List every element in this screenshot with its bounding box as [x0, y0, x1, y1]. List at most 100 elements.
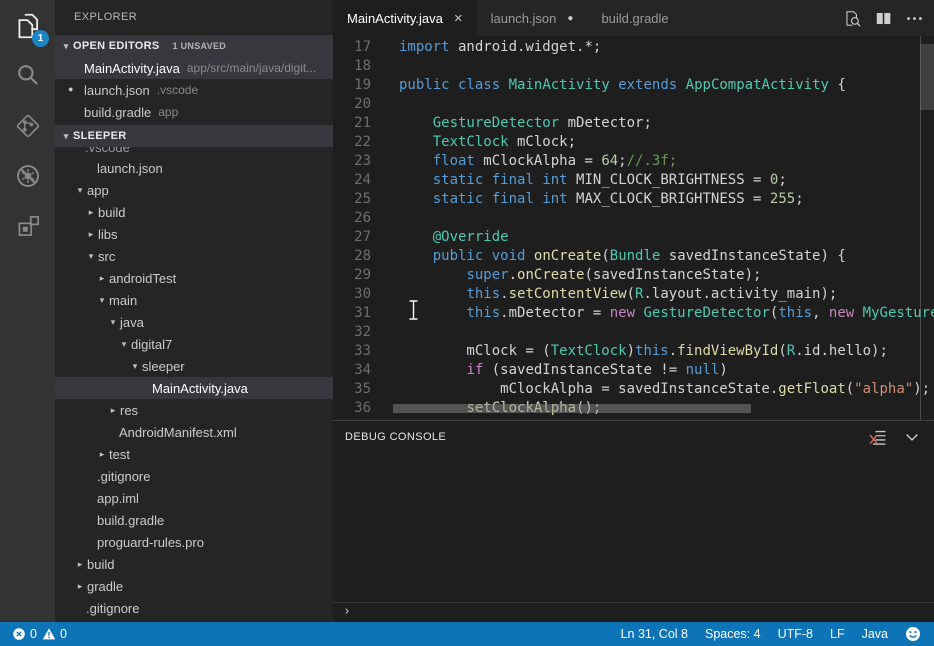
status-feedback[interactable] — [905, 626, 921, 642]
tree-item-app[interactable]: ▾app — [55, 179, 333, 201]
chevron-collapsed-icon: ▸ — [96, 449, 108, 460]
code-line[interactable]: 31 this.mDetector = new GestureDetector(… — [333, 304, 934, 323]
tree-item-res[interactable]: ▸res — [55, 399, 333, 421]
code-line[interactable]: 18 — [333, 57, 934, 76]
activity-item-search[interactable] — [0, 52, 55, 102]
tree-item-gitignore[interactable]: .gitignore — [55, 465, 333, 487]
code-line[interactable]: 35 mClockAlpha = savedInstanceState.getF… — [333, 380, 934, 399]
tab-launch-json[interactable]: launch.json ● — [477, 0, 588, 36]
tree-item-sleeper[interactable]: ▾sleeper — [55, 355, 333, 377]
clear-console-icon[interactable] — [868, 427, 888, 447]
status-bar: 00 Ln 31, Col 8 Spaces: 4 UTF-8 LF Java — [0, 622, 934, 646]
open-editor-item-build-gradle[interactable]: build.gradleapp — [55, 101, 333, 123]
status-language-mode[interactable]: Java — [862, 627, 888, 641]
line-number: 33 — [333, 342, 371, 361]
tree-item-launch-json[interactable]: launch.json — [55, 157, 333, 179]
code-text: mClockAlpha = savedInstanceState.getFloa… — [371, 380, 930, 399]
status-eol[interactable]: LF — [830, 627, 845, 641]
file-search-icon[interactable] — [842, 8, 862, 28]
tab-label: launch.json — [491, 11, 557, 26]
open-editor-detail: app/src/main/java/digit... — [187, 61, 316, 75]
extensions-icon — [13, 211, 43, 244]
chevron-collapsed-icon: ▸ — [85, 229, 97, 240]
code-text: static final int MIN_CLOCK_BRIGHTNESS = … — [371, 171, 787, 190]
activity-item-debug[interactable] — [0, 152, 55, 202]
chevron-down-icon[interactable] — [902, 427, 922, 447]
chevron-expanded-icon: ▾ — [129, 361, 141, 372]
warning-icon — [42, 627, 56, 641]
status-encoding[interactable]: UTF-8 — [778, 627, 813, 641]
code-line[interactable]: 19public class MainActivity extends AppC… — [333, 76, 934, 95]
chevron-expanded-icon: ▾ — [60, 41, 72, 52]
tree-item-build-gradle[interactable]: build.gradle — [55, 509, 333, 531]
tree-item-main[interactable]: ▾main — [55, 289, 333, 311]
tree-item-gitignore[interactable]: .gitignore — [55, 597, 333, 619]
open-editor-item-mainactivity-java[interactable]: MainActivity.javaapp/src/main/java/digit… — [55, 57, 333, 79]
line-number: 36 — [333, 399, 371, 418]
status-indentation[interactable]: Spaces: 4 — [705, 627, 761, 641]
code-line[interactable]: 34 if (savedInstanceState != null) — [333, 361, 934, 380]
split-editor-icon[interactable] — [873, 8, 893, 28]
code-text: GestureDetector mDetector; — [371, 114, 652, 133]
tree-item-label: libs — [98, 227, 118, 242]
code-line[interactable]: 30 this.setContentView(R.layout.activity… — [333, 285, 934, 304]
dirty-indicator-icon[interactable]: ● — [68, 79, 73, 101]
code-editor[interactable]: 17import android.widget.*;1819public cla… — [333, 36, 934, 420]
code-line[interactable]: 26 — [333, 209, 934, 228]
tree-item-test[interactable]: ▸test — [55, 443, 333, 465]
tree-item-gradle[interactable]: ▸gradle — [55, 575, 333, 597]
folder-section-header[interactable]: ▾ SLEEPER — [55, 125, 333, 147]
open-editors-label: OPEN EDITORS — [73, 40, 160, 52]
source-control-icon — [13, 111, 43, 144]
tree-item-app-iml[interactable]: app.iml — [55, 487, 333, 509]
horizontal-scrollbar[interactable] — [393, 404, 751, 413]
tree-item-digital7[interactable]: ▾digital7 — [55, 333, 333, 355]
code-text: float mClockAlpha = 64;//.3f; — [371, 152, 677, 171]
tree-item-label: build.gradle — [97, 513, 164, 528]
code-line[interactable]: 22 TextClock mClock; — [333, 133, 934, 152]
code-line[interactable]: 32 — [333, 323, 934, 342]
code-text: public void onCreate(Bundle savedInstanc… — [371, 247, 846, 266]
tree-item-proguard-rules-pro[interactable]: proguard-rules.pro — [55, 531, 333, 553]
status-cursor-position[interactable]: Ln 31, Col 8 — [621, 627, 688, 641]
code-line[interactable]: 25 static final int MAX_CLOCK_BRIGHTNESS… — [333, 190, 934, 209]
status-warnings[interactable]: 0 — [42, 627, 67, 641]
code-line[interactable]: 20 — [333, 95, 934, 114]
open-editors-header[interactable]: ▾ OPEN EDITORS 1 UNSAVED — [55, 35, 333, 57]
ellipsis-icon[interactable] — [904, 8, 924, 28]
activity-item-source-control[interactable] — [0, 102, 55, 152]
tab-build-gradle[interactable]: build.gradle — [587, 0, 682, 36]
tree-item-src[interactable]: ▾src — [55, 245, 333, 267]
sidebar-title: EXPLORER — [55, 0, 333, 35]
error-icon — [12, 627, 26, 641]
tree-item-build[interactable]: ▸build — [55, 201, 333, 223]
file-tree: ▾ SLEEPER .vscode launch.json▾app▸build▸… — [55, 125, 333, 622]
vertical-scrollbar[interactable] — [920, 44, 934, 110]
tree-item-libs[interactable]: ▸libs — [55, 223, 333, 245]
tree-item-androidmanifest-xml[interactable]: AndroidManifest.xml — [55, 421, 333, 443]
status-errors[interactable]: 0 — [12, 627, 37, 641]
code-line[interactable]: 23 float mClockAlpha = 64;//.3f; — [333, 152, 934, 171]
code-line[interactable]: 17import android.widget.*; — [333, 38, 934, 57]
tree-item-java[interactable]: ▾java — [55, 311, 333, 333]
tree-item-mainactivity-java[interactable]: MainActivity.java — [55, 377, 333, 399]
line-number: 21 — [333, 114, 371, 133]
dirty-indicator-icon[interactable]: ● — [567, 13, 573, 24]
code-line[interactable]: 24 static final int MIN_CLOCK_BRIGHTNESS… — [333, 171, 934, 190]
close-icon[interactable]: × — [454, 11, 463, 26]
activity-item-extensions[interactable] — [0, 202, 55, 252]
debug-console-input[interactable]: › — [333, 602, 934, 620]
open-editor-detail: .vscode — [157, 83, 198, 97]
tree-item-build[interactable]: ▸build — [55, 553, 333, 575]
code-line[interactable]: 27 @Override — [333, 228, 934, 247]
tree-item-clipped[interactable]: .vscode — [55, 147, 333, 157]
activity-item-explorer[interactable]: 1 — [0, 2, 55, 52]
tab-mainactivity-java[interactable]: MainActivity.java× — [333, 0, 477, 36]
tree-item-label: .gitignore — [86, 601, 139, 616]
code-line[interactable]: 29 super.onCreate(savedInstanceState); — [333, 266, 934, 285]
tree-item-androidtest[interactable]: ▸androidTest — [55, 267, 333, 289]
code-line[interactable]: 28 public void onCreate(Bundle savedInst… — [333, 247, 934, 266]
open-editor-item-launch-json[interactable]: ●launch.json.vscode — [55, 79, 333, 101]
code-line[interactable]: 33 mClock = (TextClock)this.findViewById… — [333, 342, 934, 361]
code-line[interactable]: 21 GestureDetector mDetector; — [333, 114, 934, 133]
